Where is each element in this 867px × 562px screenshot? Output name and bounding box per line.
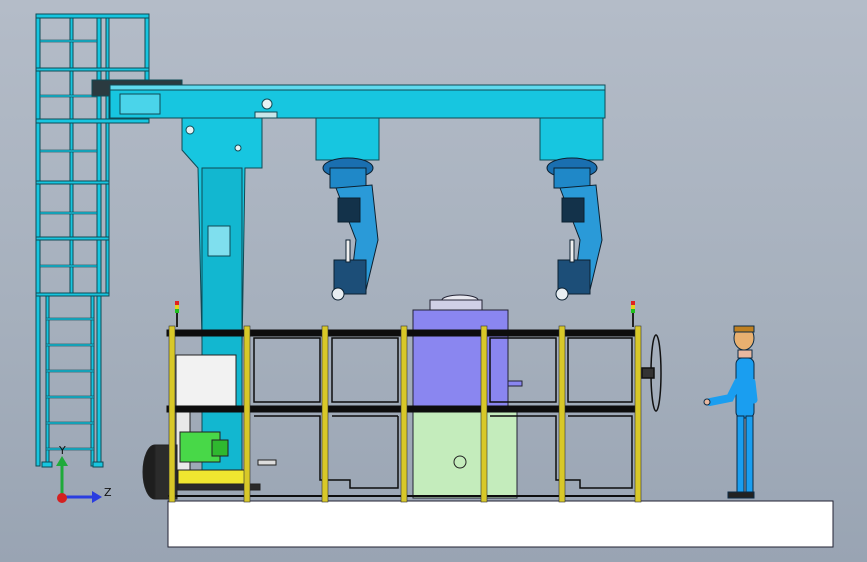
axis-triad: Y Z [56,444,112,503]
central-cabinet [412,294,523,499]
axis-x-dot-icon [57,493,67,503]
axis-y-label: Y [58,444,66,457]
axis-y-arrow-icon [56,456,68,466]
floor-slab [167,500,834,548]
fence-handwheel [641,334,662,412]
signal-tower-right-icon [631,301,635,327]
welding-robot-left-icon [322,157,379,301]
operator-figure-icon [703,325,758,499]
welding-robot-right-icon [546,157,603,301]
axis-z-arrow-icon [92,491,102,503]
welding-cell-drawing: Y Z [35,13,834,548]
signal-tower-left-icon [175,301,179,327]
axis-z-label: Z [104,486,112,499]
gantry-beam [91,79,606,161]
